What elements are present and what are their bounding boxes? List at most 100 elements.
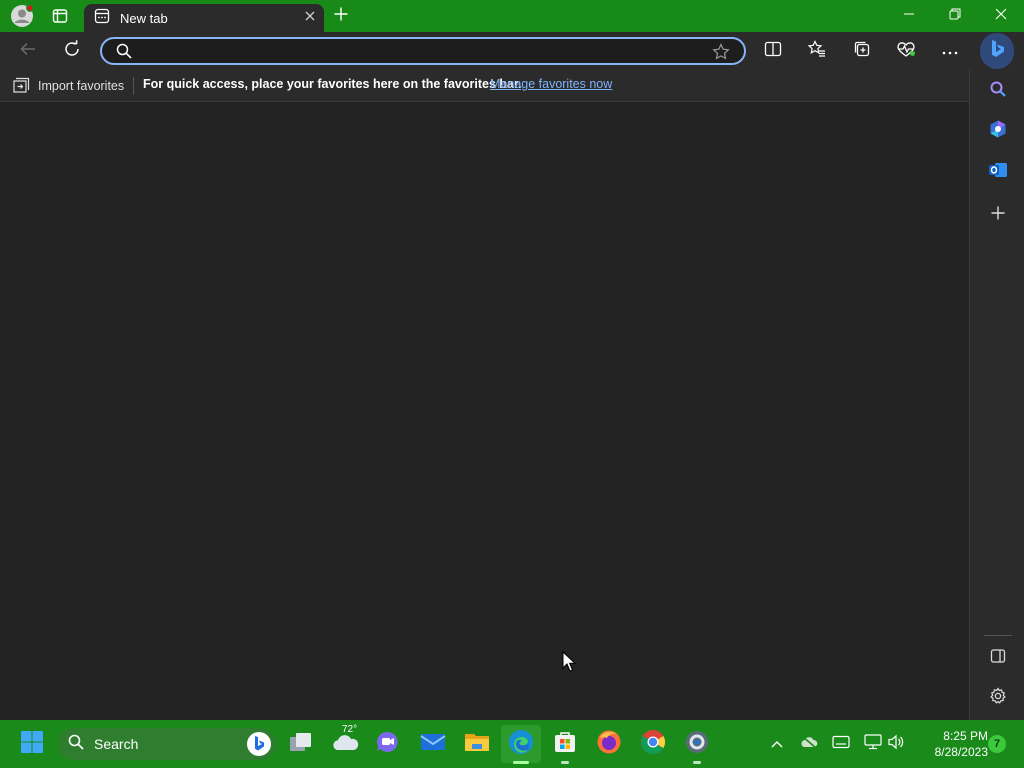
touch-keyboard-tray[interactable]	[831, 734, 851, 754]
weather-widget[interactable]: 72°	[328, 724, 364, 760]
taskbar-clock[interactable]: 8:25 PM 8/28/2023	[912, 728, 988, 760]
network-icon	[864, 733, 882, 755]
tab-new-tab[interactable]: New tab	[84, 4, 324, 32]
tab-title: New tab	[120, 10, 168, 26]
address-bar[interactable]	[100, 37, 746, 65]
store-button[interactable]	[547, 728, 583, 764]
new-tab-button[interactable]	[328, 0, 354, 32]
close-tab-icon[interactable]	[304, 9, 316, 27]
touch-keyboard-icon	[832, 735, 850, 754]
sidebar-outlook-button[interactable]	[982, 156, 1014, 188]
task-view-icon	[288, 731, 314, 758]
mail-icon	[420, 732, 446, 757]
sidebar-copilot-button[interactable]	[982, 115, 1014, 147]
settings-gear-icon	[989, 686, 1007, 710]
back-button[interactable]	[12, 35, 44, 67]
clock-date: 8/28/2023	[934, 745, 988, 759]
weather-temperature: 72°	[342, 724, 358, 735]
more-icon	[941, 42, 959, 60]
browser-essentials-button[interactable]	[890, 35, 922, 67]
teams-chat-button[interactable]	[370, 728, 406, 760]
edge-icon	[508, 729, 534, 760]
show-hidden-icons-button[interactable]	[767, 734, 787, 754]
search-icon	[68, 734, 84, 755]
mouse-cursor-icon	[562, 650, 577, 678]
page-content[interactable]	[0, 102, 970, 720]
search-icon	[116, 43, 132, 64]
collections-button[interactable]	[846, 35, 878, 67]
toolbar	[0, 32, 1024, 70]
edge-taskbar-button[interactable]	[503, 728, 539, 764]
new-tab-page-icon	[94, 8, 110, 29]
import-favorites-label: Import favorites	[38, 79, 125, 93]
chrome-button[interactable]	[635, 728, 671, 760]
file-explorer-button[interactable]	[459, 728, 495, 760]
settings-running-indicator	[693, 761, 701, 764]
favorites-bar-message: For quick access, place your favorites h…	[143, 77, 522, 91]
restore-icon	[949, 7, 961, 25]
more-button[interactable]	[934, 35, 966, 67]
minimize-button[interactable]	[886, 0, 932, 32]
refresh-button[interactable]	[56, 35, 88, 67]
sidebar-search-button[interactable]	[982, 75, 1014, 107]
address-input[interactable]	[140, 41, 704, 63]
copilot-button[interactable]	[980, 33, 1014, 69]
teams-chat-icon	[375, 730, 401, 759]
chrome-icon	[640, 729, 666, 760]
mail-button[interactable]	[415, 728, 451, 760]
edge-running-indicator	[513, 761, 529, 764]
import-favorites-icon	[12, 77, 30, 96]
volume-icon	[887, 734, 905, 755]
chevron-up-icon	[771, 735, 783, 753]
favorites-divider	[133, 77, 134, 95]
outlook-icon	[988, 161, 1008, 184]
bing-icon	[246, 731, 272, 762]
volume-tray[interactable]	[886, 734, 906, 754]
favorites-bar: Import favorites For quick access, place…	[0, 70, 970, 102]
favorites-button[interactable]	[801, 35, 833, 67]
sidebar-add-button[interactable]	[982, 199, 1014, 231]
star-icon[interactable]	[712, 43, 730, 66]
notification-badge[interactable]: 7	[988, 735, 1006, 753]
plus-icon	[334, 7, 348, 26]
file-explorer-icon	[464, 731, 490, 758]
sidebar-settings-button[interactable]	[982, 682, 1014, 714]
settings-button[interactable]	[679, 728, 715, 764]
clock-time: 8:25 PM	[943, 729, 988, 743]
bing-copilot-icon	[986, 38, 1008, 65]
close-window-button[interactable]	[978, 0, 1024, 32]
split-screen-icon	[764, 40, 782, 63]
task-view-button[interactable]	[283, 728, 319, 760]
sidebar-divider	[984, 635, 1012, 636]
refresh-icon	[63, 39, 81, 63]
taskbar: Search 72° 8:25 PM 8/28/2023 7	[0, 720, 1024, 768]
browser-essentials-icon	[896, 40, 916, 63]
store-running-indicator	[561, 761, 569, 764]
taskbar-search-box[interactable]: Search	[58, 728, 276, 760]
plus-icon	[991, 206, 1005, 225]
search-icon	[989, 80, 1007, 103]
restore-button[interactable]	[932, 0, 978, 32]
sidebar-toggle-icon	[990, 648, 1006, 669]
windows-start-icon	[20, 730, 44, 759]
start-button[interactable]	[14, 728, 50, 760]
profile-avatar-icon[interactable]	[6, 0, 38, 32]
split-screen-button[interactable]	[757, 35, 789, 67]
edge-sidebar	[969, 70, 1024, 720]
sidebar-toggle-button[interactable]	[982, 642, 1014, 674]
settings-icon	[684, 729, 710, 760]
collections-icon	[853, 40, 871, 63]
import-favorites-button[interactable]: Import favorites	[12, 76, 124, 96]
taskbar-search-label: Search	[94, 736, 139, 752]
title-bar: New tab	[0, 0, 1024, 32]
firefox-icon	[596, 729, 622, 760]
close-window-icon	[995, 7, 1007, 25]
network-tray[interactable]	[863, 733, 883, 755]
manage-favorites-link[interactable]: Manage favorites now	[490, 77, 612, 91]
firefox-button[interactable]	[591, 728, 627, 760]
back-arrow-icon	[19, 40, 37, 63]
onedrive-tray[interactable]	[799, 734, 819, 754]
copilot-icon	[988, 119, 1008, 144]
tab-actions-icon[interactable]	[44, 0, 76, 32]
favorites-icon	[807, 39, 826, 63]
